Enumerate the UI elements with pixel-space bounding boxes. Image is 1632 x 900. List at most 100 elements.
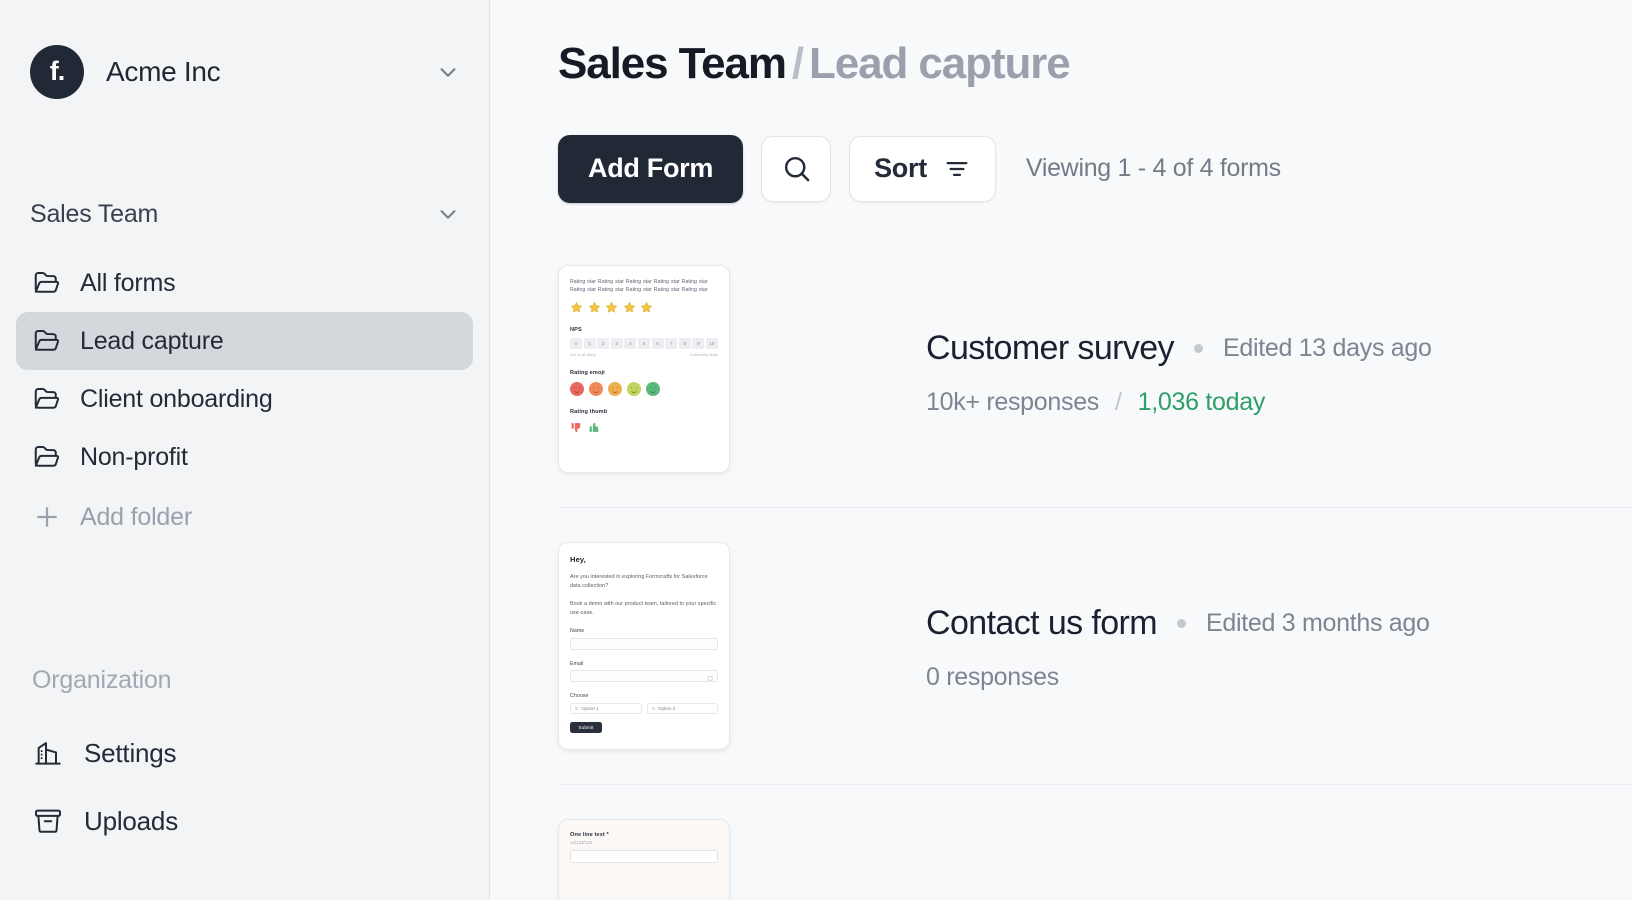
add-folder-label: Add folder xyxy=(80,502,192,531)
breadcrumb-sub: Lead capture xyxy=(809,39,1071,88)
sidebar-item-label: All forms xyxy=(80,268,176,297)
preview-thumb-label: Rating thumb xyxy=(570,408,608,415)
nps-cell: 8 xyxy=(678,337,691,349)
app-root: f. Acme Inc Sales Team All forms Lead ca… xyxy=(0,0,1632,900)
folder-icon xyxy=(32,326,62,356)
preview-field-caption: 12/123/123 xyxy=(570,840,592,846)
preview-option-label: Option 2 xyxy=(657,705,676,711)
thumbs-up-icon xyxy=(588,421,601,433)
nps-cell: 5 xyxy=(637,337,650,349)
main-content: Sales Team / Lead capture Add Form Sort Vi… xyxy=(490,0,1632,900)
search-button[interactable] xyxy=(761,135,832,202)
radio-icon xyxy=(651,706,655,711)
workspace-switcher[interactable]: f. Acme Inc xyxy=(0,36,489,108)
form-meta: Customer survey Edited 13 days ago 10k+ … xyxy=(730,265,1432,417)
preview-thumb-icons xyxy=(570,421,718,433)
preview-options: Option 1 Option 2 xyxy=(570,702,718,714)
emoji-face-icon xyxy=(627,381,641,396)
preview-field-label: Name xyxy=(570,628,585,635)
sidebar-item-client-onboarding[interactable]: Client onboarding xyxy=(16,370,473,428)
preview-email-input xyxy=(570,670,718,683)
group-header-sales-team[interactable]: Sales Team xyxy=(0,190,489,238)
nps-cell: 7 xyxy=(665,337,678,349)
preview-nps-label: NPS xyxy=(570,326,582,333)
folder-nav: All forms Lead capture Client onboarding… xyxy=(0,254,489,486)
viewing-count: Viewing 1 - 4 of 4 forms xyxy=(1025,154,1281,183)
preview-nps-captions: Not at all likely Extremely likely xyxy=(570,352,718,357)
chevron-down-icon xyxy=(437,203,459,225)
form-title[interactable]: Customer survey xyxy=(926,329,1175,368)
breadcrumb-current: Sales Team xyxy=(558,39,787,88)
form-thumbnail-preview: One line text * 12/123/123 xyxy=(558,818,730,900)
preview-intro-text: Rating star Rating star Rating star Rati… xyxy=(570,278,708,293)
sidebar-item-all-forms[interactable]: All forms xyxy=(16,254,473,312)
building-icon xyxy=(32,737,64,769)
sort-button[interactable]: Sort xyxy=(849,135,996,202)
star-icon xyxy=(623,301,636,314)
form-thumbnail-preview: Rating star Rating star Rating star Rati… xyxy=(558,264,730,473)
preview-submit-button: Submit xyxy=(570,721,602,733)
preview-choose-label: Choose xyxy=(570,693,589,700)
sidebar-item-settings[interactable]: Settings xyxy=(16,719,473,787)
form-response-stats: 10k+ responses / 1,036 today xyxy=(926,388,1432,417)
preview-name-input xyxy=(570,637,718,650)
nps-caption-left: Not at all likely xyxy=(570,351,596,357)
form-list-item[interactable]: Rating star Rating star Rating star Rati… xyxy=(558,263,1632,508)
group-header-label: Sales Team xyxy=(30,199,159,228)
nps-cell: 4 xyxy=(624,337,637,349)
form-list-item[interactable]: One line text * 12/123/123 xyxy=(558,785,1632,900)
sidebar-item-uploads[interactable]: Uploads xyxy=(16,787,473,855)
nps-cell: 6 xyxy=(651,337,664,349)
preview-field-label: One line text * xyxy=(570,831,609,838)
rating-stars xyxy=(570,301,718,314)
nps-caption-right: Extremely likely xyxy=(690,351,718,357)
nps-cell: 3 xyxy=(610,337,623,349)
sidebar-item-lead-capture[interactable]: Lead capture xyxy=(16,312,473,370)
add-folder-button[interactable]: Add folder xyxy=(16,490,473,544)
sidebar-item-non-profit[interactable]: Non-profit xyxy=(16,428,473,486)
star-icon xyxy=(570,301,583,314)
emoji-face-icon xyxy=(589,381,603,396)
nps-cell: 9 xyxy=(692,337,705,349)
nps-cell: 0 xyxy=(570,337,582,349)
preview-field-label: Email xyxy=(570,660,584,667)
form-meta xyxy=(730,819,926,883)
folder-icon xyxy=(32,384,62,414)
form-title[interactable]: Contact us form xyxy=(926,604,1158,643)
sidebar-item-label: Non-profit xyxy=(80,442,188,471)
nps-cell: 1 xyxy=(583,337,596,349)
nps-cell: 2 xyxy=(597,337,610,349)
form-list-item[interactable]: Hey, Are you interested in exploring For… xyxy=(558,508,1632,785)
breadcrumb: Sales Team / Lead capture xyxy=(558,38,1632,91)
preview-paragraph: Book a demo with our product team, tailo… xyxy=(570,600,717,616)
sidebar: f. Acme Inc Sales Team All forms Lead ca… xyxy=(0,0,490,900)
sidebar-item-label: Uploads xyxy=(84,805,178,836)
emoji-face-icon xyxy=(570,381,584,396)
folder-icon xyxy=(32,268,62,298)
form-meta: Contact us form Edited 3 months ago 0 re… xyxy=(730,542,1430,692)
organization-heading: Organization xyxy=(32,666,172,694)
chevron-down-icon xyxy=(437,61,459,83)
radio-icon xyxy=(575,706,579,711)
form-edited-time: Edited 3 months ago xyxy=(1205,608,1430,637)
preview-nps-scale: 0 1 2 3 4 5 6 7 8 9 10 xyxy=(570,337,718,349)
star-icon xyxy=(605,301,618,314)
plus-icon xyxy=(32,502,62,532)
breadcrumb-separator: / xyxy=(791,39,804,88)
star-icon xyxy=(640,301,653,314)
preview-text-input xyxy=(570,850,718,864)
nps-cell: 10 xyxy=(705,337,718,349)
form-thumbnail-preview: Hey, Are you interested in exploring For… xyxy=(558,541,730,750)
archive-icon xyxy=(32,805,64,837)
sidebar-item-label: Client onboarding xyxy=(80,384,273,413)
separator-dot-icon xyxy=(1193,343,1203,353)
stats-separator: / xyxy=(1115,387,1122,416)
form-edited-time: Edited 13 days ago xyxy=(1222,333,1432,362)
sidebar-item-label: Settings xyxy=(84,737,177,768)
preview-heading: Hey, xyxy=(570,554,586,564)
sidebar-item-label: Lead capture xyxy=(80,326,224,355)
preview-emoji-label: Rating emoji xyxy=(570,369,605,376)
form-response-count: 10k+ responses xyxy=(926,387,1099,416)
preview-paragraph: Are you interested in exploring Formcraf… xyxy=(570,573,708,589)
add-form-button[interactable]: Add Form xyxy=(558,134,744,203)
